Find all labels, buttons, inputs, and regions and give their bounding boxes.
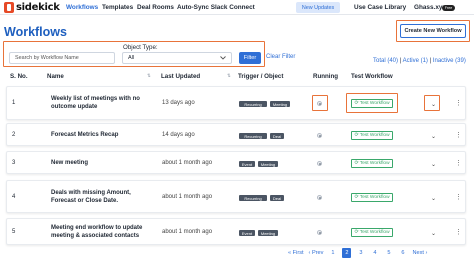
test-workflow-label: Test Workflow	[359, 101, 390, 106]
object-type-label: Object Type:	[123, 44, 158, 51]
last-updated: about 1 month ago	[162, 229, 213, 235]
last-updated: about 1 month ago	[162, 194, 213, 200]
stat-total-link[interactable]: Total (40)	[373, 58, 398, 64]
pagination-next[interactable]: Next ›	[412, 248, 427, 258]
workflow-stats: Total (40) | Active (1) | Inactive (39)	[373, 58, 466, 64]
header-trigger-object: Trigger / Object	[238, 73, 284, 80]
vertical-dots-icon[interactable]: ⋮	[455, 229, 462, 237]
test-workflow-button[interactable]: ⟳ Test Workflow	[351, 99, 393, 108]
pagination-page-5[interactable]: 5	[384, 248, 393, 258]
workflow-name-link[interactable]: Deals with missing Amount, Forecast or C…	[51, 189, 153, 205]
filter-button[interactable]: Filter	[239, 52, 261, 64]
row-sno: 3	[12, 160, 16, 166]
test-workflow-button[interactable]: ⟳ Test Workflow	[351, 228, 393, 237]
workflow-name-link[interactable]: Weekly list of meetings with no outcome …	[51, 95, 153, 111]
table-row[interactable]: 2 Forecast Metrics Recap 14 days ago Rec…	[6, 123, 466, 146]
workflow-name-link[interactable]: Meeting end workflow to update meeting &…	[51, 224, 163, 240]
new-updates-button[interactable]: New Updates	[296, 2, 340, 13]
object-tag: Meeting	[258, 161, 278, 167]
workflow-search-input[interactable]	[9, 52, 115, 64]
running-toggle[interactable]	[317, 161, 322, 166]
chevron-down-icon[interactable]: ⌄	[429, 100, 438, 108]
trigger-tag: Event	[239, 230, 255, 236]
workflow-name-link[interactable]: Forecast Metrics Recap	[51, 131, 153, 139]
chevron-down-icon[interactable]: ⌄	[429, 132, 438, 140]
running-toggle[interactable]	[317, 101, 322, 106]
table-row[interactable]: 1 Weekly list of meetings with no outcom…	[6, 86, 466, 120]
create-new-workflow-button[interactable]: Create New Workflow	[400, 24, 466, 38]
chevron-down-icon[interactable]: ⌄	[429, 160, 438, 168]
test-workflow-button[interactable]: ⟳ Test Workflow	[351, 193, 393, 202]
sort-icon[interactable]: ⇅	[227, 73, 231, 79]
user-account-menu[interactable]: Ghass.xyz	[414, 4, 446, 11]
trigger-tag: Recurring	[239, 101, 267, 107]
row-sno: 2	[12, 132, 16, 138]
object-tag: Deal	[270, 195, 284, 201]
plan-badge: Free	[442, 5, 455, 11]
object-tag: Meeting	[270, 101, 290, 107]
clear-filter-link[interactable]: Clear Filter	[266, 54, 295, 60]
table-header: S. No. Name ⇅ Last Updated ⇅ Trigger / O…	[0, 70, 474, 82]
test-workflow-label: Test Workflow	[359, 133, 390, 138]
stat-active-link[interactable]: Active (1)	[403, 58, 428, 64]
last-updated: about 1 month ago	[162, 160, 213, 166]
chevron-down-icon	[220, 56, 226, 60]
vertical-dots-icon[interactable]: ⋮	[455, 160, 462, 168]
pagination-page-4[interactable]: 4	[370, 248, 379, 258]
trigger-tag: Recurring	[239, 133, 267, 139]
pagination-page-1[interactable]: 1	[328, 248, 337, 258]
vertical-dots-icon[interactable]: ⋮	[455, 100, 462, 108]
trigger-tag: Recurring	[239, 195, 267, 201]
running-toggle[interactable]	[317, 133, 322, 138]
nav-workflows[interactable]: Workflows	[66, 4, 98, 11]
trigger-tag: Event	[239, 161, 255, 167]
sort-icon[interactable]: ⇅	[147, 73, 151, 79]
test-workflow-label: Test Workflow	[359, 195, 390, 200]
running-toggle[interactable]	[317, 195, 322, 200]
row-sno: 5	[12, 229, 16, 235]
row-sno: 1	[12, 100, 16, 106]
vertical-dots-icon[interactable]: ⋮	[455, 194, 462, 202]
last-updated: 14 days ago	[162, 132, 195, 138]
pagination: « First ‹ Prev 1 2 3 4 5 6 Next ›	[288, 247, 432, 258]
top-navbar: sidekick Workflows Templates Deal Rooms …	[0, 0, 474, 15]
running-toggle[interactable]	[317, 230, 322, 235]
chevron-down-icon[interactable]: ⌄	[429, 194, 438, 202]
object-type-value: All	[128, 55, 135, 61]
workflow-name-link[interactable]: New meeting	[51, 159, 153, 167]
test-workflow-label: Test Workflow	[359, 161, 390, 166]
brand-logo[interactable]: sidekick	[4, 2, 60, 13]
table-row[interactable]: 5 Meeting end workflow to update meeting…	[6, 218, 466, 245]
pagination-prev[interactable]: ‹ Prev	[309, 248, 324, 258]
header-name[interactable]: Name	[47, 73, 64, 80]
row-sno: 4	[12, 194, 16, 200]
header-running: Running	[313, 73, 339, 80]
pagination-page-6[interactable]: 6	[398, 248, 407, 258]
page-title: Workflows	[4, 25, 67, 39]
object-type-select[interactable]: All	[122, 52, 232, 64]
brand-name: sidekick	[16, 2, 60, 13]
pagination-page-3[interactable]: 3	[356, 248, 365, 258]
nav-use-case-library[interactable]: Use Case Library	[354, 4, 406, 11]
header-sno: S. No.	[10, 73, 28, 80]
test-workflow-label: Test Workflow	[359, 230, 390, 235]
stat-inactive-link[interactable]: Inactive (39)	[433, 58, 466, 64]
nav-deal-rooms[interactable]: Deal Rooms	[137, 4, 174, 11]
last-updated: 13 days ago	[162, 100, 195, 106]
test-workflow-button[interactable]: ⟳ Test Workflow	[351, 131, 393, 140]
nav-templates[interactable]: Templates	[102, 4, 133, 11]
table-row[interactable]: 4 Deals with missing Amount, Forecast or…	[6, 180, 466, 213]
object-tag: Deal	[270, 133, 284, 139]
table-row[interactable]: 3 New meeting about 1 month ago Event Me…	[6, 151, 466, 174]
sidekick-logo-icon	[4, 2, 14, 13]
chevron-down-icon[interactable]: ⌄	[429, 229, 438, 237]
header-last-updated[interactable]: Last Updated	[161, 73, 200, 80]
pagination-first[interactable]: « First	[288, 248, 304, 258]
vertical-dots-icon[interactable]: ⋮	[455, 132, 462, 140]
pagination-page-2-current[interactable]: 2	[342, 247, 352, 258]
object-tag: Meeting	[258, 230, 278, 236]
nav-auto-sync-slack-connect[interactable]: Auto-Sync Slack Connect	[177, 4, 255, 11]
test-workflow-button[interactable]: ⟳ Test Workflow	[351, 159, 393, 168]
header-test-workflow: Test Workflow	[351, 73, 393, 80]
